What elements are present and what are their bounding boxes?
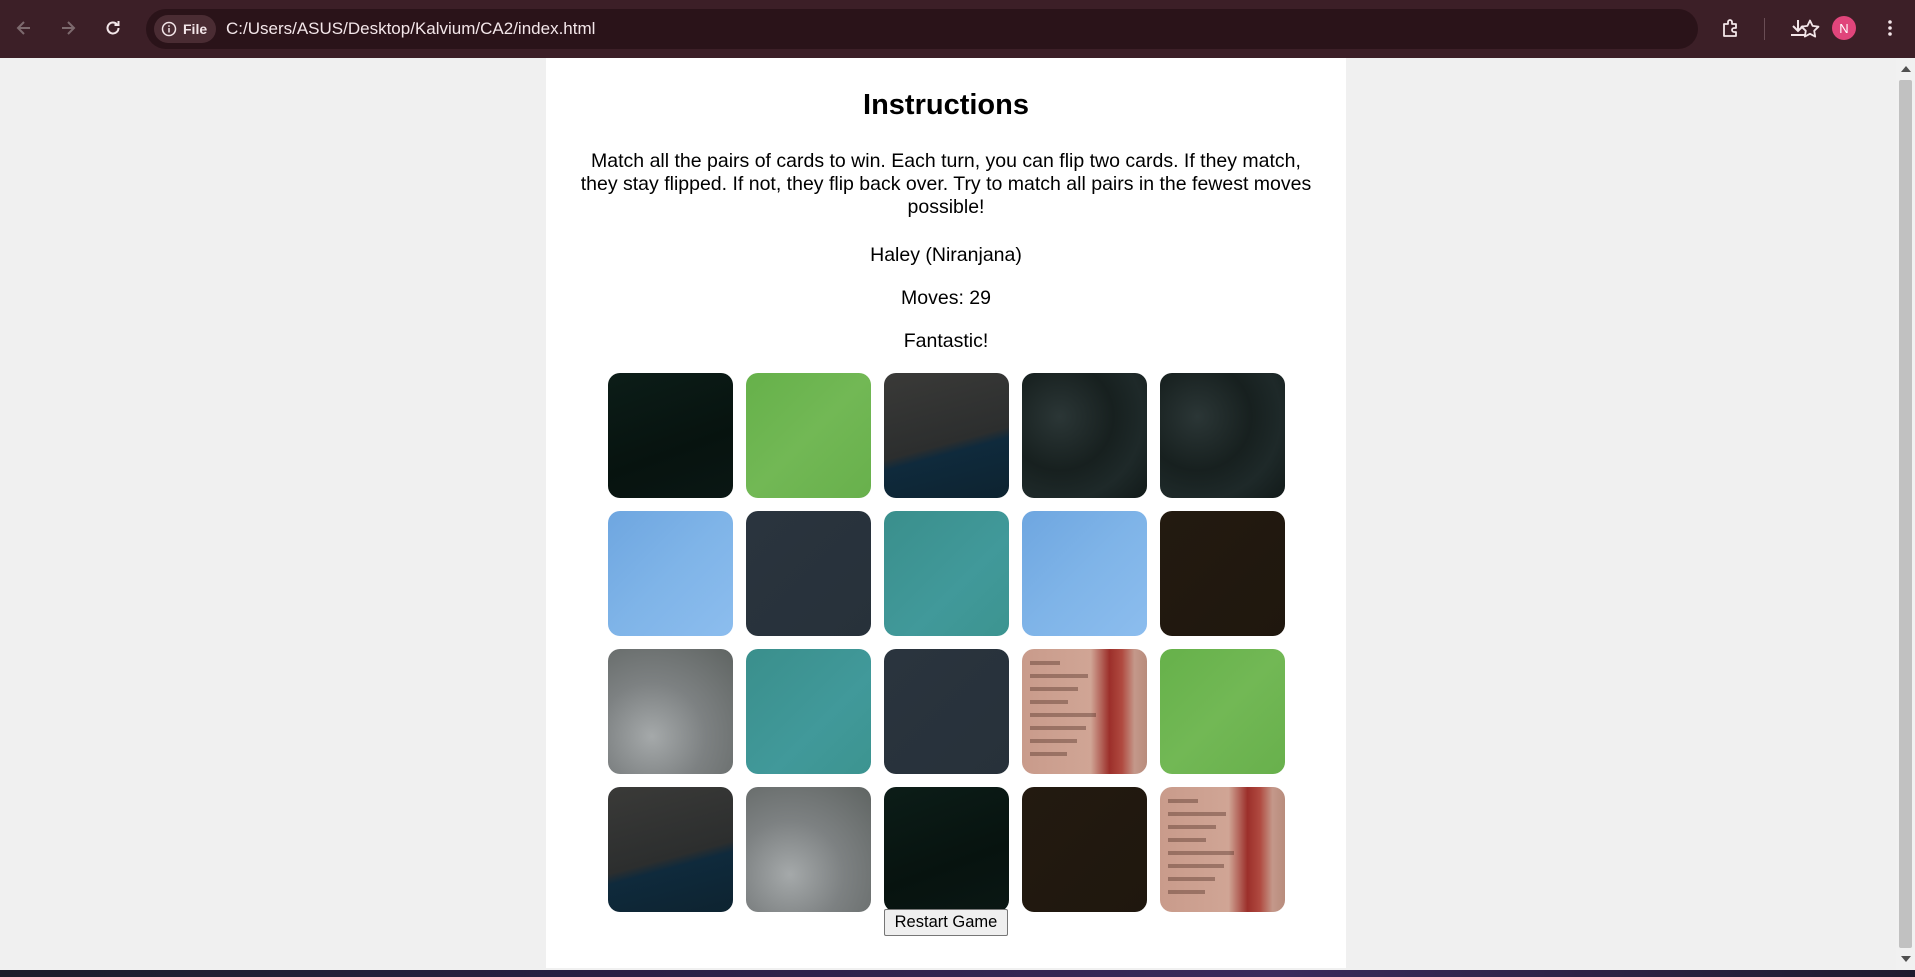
extensions-button[interactable]	[1717, 14, 1745, 42]
memory-card[interactable]	[884, 787, 1009, 912]
os-taskbar	[0, 970, 1915, 977]
scroll-down-arrow-icon[interactable]	[1901, 956, 1911, 962]
memory-card[interactable]	[1160, 649, 1285, 774]
memory-card[interactable]	[1022, 787, 1147, 912]
moves-counter: Moves: 29	[901, 287, 991, 309]
browser-menu-button[interactable]	[1878, 16, 1902, 40]
memory-card[interactable]	[884, 373, 1009, 498]
forward-button[interactable]	[54, 14, 82, 42]
memory-card[interactable]	[1022, 511, 1147, 636]
back-button[interactable]	[10, 14, 38, 42]
memory-card[interactable]	[1022, 373, 1147, 498]
page-viewport: Instructions Match all the pairs of card…	[0, 58, 1896, 970]
memory-card[interactable]	[884, 511, 1009, 636]
forward-icon	[62, 21, 76, 35]
memory-card[interactable]	[608, 649, 733, 774]
reload-icon	[106, 21, 120, 35]
toolbar-divider	[1764, 18, 1765, 40]
status-message: Fantastic!	[903, 330, 989, 352]
site-chip-label: File	[183, 21, 208, 37]
download-icon	[1791, 20, 1805, 36]
scroll-up-arrow-icon[interactable]	[1901, 66, 1911, 72]
profile-avatar[interactable]: N	[1832, 16, 1856, 40]
book-text-texture	[1168, 799, 1243, 903]
memory-card[interactable]	[746, 511, 871, 636]
memory-card[interactable]	[608, 787, 733, 912]
instructions-text: Match all the pairs of cards to win. Eac…	[580, 150, 1312, 218]
restart-game-button[interactable]: Restart Game	[884, 909, 1008, 936]
vertical-scrollbar[interactable]	[1896, 58, 1915, 970]
card-grid	[608, 373, 1285, 912]
extensions-icon	[1723, 19, 1737, 37]
memory-card[interactable]	[1160, 787, 1285, 912]
memory-card[interactable]	[746, 373, 871, 498]
memory-card[interactable]	[1160, 511, 1285, 636]
browser-toolbar: File C:/Users/ASUS/Desktop/Kalvium/CA2/i…	[0, 0, 1915, 58]
reload-button[interactable]	[99, 14, 127, 42]
memory-card[interactable]	[608, 373, 733, 498]
player-name: Haley (Niranjana)	[870, 244, 1022, 266]
page-title: Instructions	[863, 89, 1029, 121]
memory-card[interactable]	[1160, 373, 1285, 498]
address-bar[interactable]: File C:/Users/ASUS/Desktop/Kalvium/CA2/i…	[146, 9, 1820, 49]
memory-card[interactable]	[1022, 649, 1147, 774]
back-icon	[16, 21, 30, 35]
site-info-chip[interactable]: File	[154, 15, 217, 43]
info-icon	[161, 21, 177, 37]
book-text-texture	[1030, 661, 1105, 765]
scroll-thumb[interactable]	[1899, 80, 1912, 948]
url-text[interactable]: C:/Users/ASUS/Desktop/Kalvium/CA2/index.…	[226, 19, 595, 39]
downloads-button[interactable]	[1784, 14, 1812, 42]
memory-card[interactable]	[608, 511, 733, 636]
game-container: Instructions Match all the pairs of card…	[546, 58, 1346, 968]
memory-card[interactable]	[746, 787, 871, 912]
memory-card[interactable]	[884, 649, 1009, 774]
menu-icon	[1888, 20, 1892, 36]
memory-card[interactable]	[746, 649, 871, 774]
